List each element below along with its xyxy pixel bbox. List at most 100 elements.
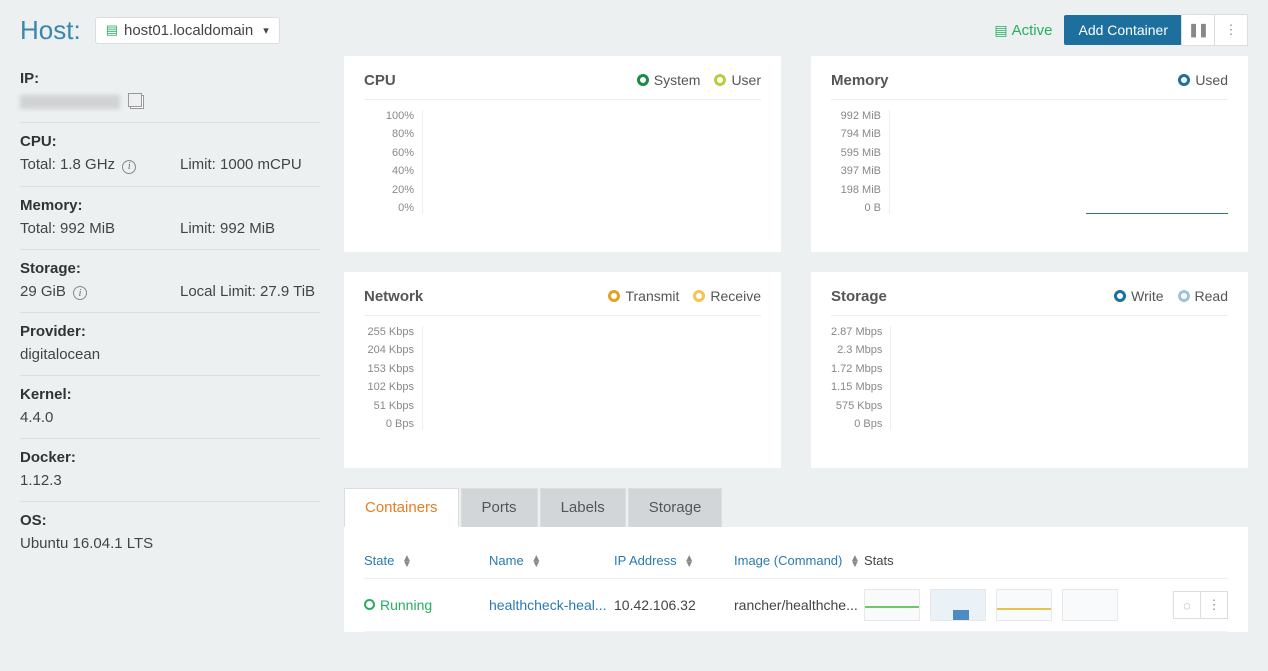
kernel-label: Kernel: bbox=[20, 386, 320, 403]
memory-card: Memory Used 992 MiB794 MiB595 MiB397 MiB… bbox=[811, 56, 1248, 252]
col-ip[interactable]: IP Address bbox=[614, 553, 677, 568]
row-logs-button[interactable]: ◌ bbox=[1173, 591, 1201, 619]
legend-label: Transmit bbox=[625, 288, 679, 304]
containers-section: ContainersPortsLabelsStorage State ▲▼ Na… bbox=[344, 488, 1248, 632]
cpu-card-title: CPU bbox=[364, 72, 396, 89]
pause-icon: ❚❚ bbox=[1188, 22, 1208, 38]
memory-card-title: Memory bbox=[831, 72, 889, 89]
chart-bar-segment bbox=[1094, 213, 1102, 214]
cpu-total: Total: 1.8 GHz bbox=[20, 156, 115, 173]
table-row: Runninghealthcheck-heal...10.42.106.32ra… bbox=[364, 579, 1228, 632]
chart-bar-segment bbox=[1194, 213, 1202, 214]
add-container-button[interactable]: Add Container bbox=[1064, 15, 1182, 45]
legend-item: Write bbox=[1114, 288, 1163, 304]
status-badge: ▤ Active bbox=[994, 22, 1052, 39]
y-tick: 595 MiB bbox=[831, 147, 881, 159]
chart-bar bbox=[1111, 213, 1119, 214]
y-tick: 0 B bbox=[831, 202, 881, 214]
containers-tab-body: State ▲▼ Name ▲▼ IP Address ▲▼ Image (Co… bbox=[344, 527, 1248, 632]
legend-label: Used bbox=[1195, 72, 1228, 88]
info-ip: IP: bbox=[20, 60, 320, 123]
col-state[interactable]: State bbox=[364, 553, 394, 568]
row-sparklines bbox=[864, 589, 1168, 621]
sort-icon[interactable]: ▲▼ bbox=[402, 556, 412, 568]
host-info-sidebar: IP: CPU: Total: 1.8 GHz i Limit: 1000 mC… bbox=[20, 56, 320, 632]
main-content: IP: CPU: Total: 1.8 GHz i Limit: 1000 mC… bbox=[0, 56, 1268, 652]
info-os: OS: Ubuntu 16.04.1 LTS bbox=[20, 502, 320, 564]
more-actions-button[interactable]: ⋮ bbox=[1214, 14, 1248, 46]
info-icon[interactable]: i bbox=[122, 160, 136, 174]
chart-bar-segment bbox=[1211, 213, 1219, 214]
container-ip: 10.42.106.32 bbox=[614, 597, 734, 613]
chart-bar-segment bbox=[1219, 213, 1227, 214]
docker-value: 1.12.3 bbox=[20, 472, 320, 489]
cpu-y-axis: 100%80%60%40%20%0% bbox=[364, 110, 422, 214]
state-text: Running bbox=[380, 597, 432, 613]
tab-ports[interactable]: Ports bbox=[461, 488, 538, 527]
kernel-value: 4.4.0 bbox=[20, 409, 320, 426]
provider-value: digitalocean bbox=[20, 346, 320, 363]
y-tick: 1.15 Mbps bbox=[831, 381, 882, 393]
chart-bar bbox=[1119, 213, 1127, 214]
tab-containers[interactable]: Containers bbox=[344, 488, 459, 527]
chart-bar-segment bbox=[1203, 213, 1211, 214]
info-icon[interactable]: i bbox=[73, 286, 87, 300]
y-tick: 255 Kbps bbox=[364, 326, 414, 338]
chart-bar bbox=[1103, 213, 1111, 214]
legend-item: Read bbox=[1178, 288, 1228, 304]
page-header: Host: ▤ host01.localdomain ▾ ▤ Active Ad… bbox=[0, 0, 1268, 56]
legend-label: Read bbox=[1195, 288, 1228, 304]
cpu-legend: SystemUser bbox=[623, 72, 761, 89]
container-name-link[interactable]: healthcheck-heal... bbox=[489, 597, 607, 613]
chart-bar-segment bbox=[1153, 213, 1161, 214]
chat-icon: ◌ bbox=[1183, 598, 1191, 613]
sparkline-memory bbox=[930, 589, 986, 621]
legend-label: Write bbox=[1131, 288, 1163, 304]
y-tick: 198 MiB bbox=[831, 184, 881, 196]
y-tick: 100% bbox=[364, 110, 414, 122]
sort-icon[interactable]: ▲▼ bbox=[531, 556, 541, 568]
chart-bar bbox=[1186, 213, 1194, 214]
chart-bar bbox=[1094, 213, 1102, 214]
chart-bar-segment bbox=[1128, 213, 1136, 214]
tabs: ContainersPortsLabelsStorage bbox=[344, 488, 1248, 527]
pause-button[interactable]: ❚❚ bbox=[1181, 14, 1215, 46]
os-value: Ubuntu 16.04.1 LTS bbox=[20, 535, 320, 552]
stack-icon: ▤ bbox=[994, 22, 1007, 39]
y-tick: 575 Kbps bbox=[831, 400, 882, 412]
storage-label: Storage: bbox=[20, 260, 320, 277]
network-card: Network TransmitReceive 255 Kbps204 Kbps… bbox=[344, 272, 781, 468]
memory-total: Total: 992 MiB bbox=[20, 220, 160, 237]
sort-icon[interactable]: ▲▼ bbox=[684, 556, 694, 568]
chart-bar bbox=[1219, 213, 1227, 214]
legend-item: System bbox=[637, 72, 701, 88]
y-tick: 0% bbox=[364, 202, 414, 214]
y-tick: 794 MiB bbox=[831, 128, 881, 140]
chart-bar bbox=[1169, 213, 1177, 214]
chart-bar bbox=[1128, 213, 1136, 214]
sparkline-network bbox=[996, 589, 1052, 621]
tab-storage[interactable]: Storage bbox=[628, 488, 723, 527]
col-image[interactable]: Image (Command) bbox=[734, 553, 842, 568]
sparkline-cpu bbox=[864, 589, 920, 621]
ip-value-redacted bbox=[20, 95, 120, 109]
copy-icon[interactable] bbox=[130, 95, 144, 109]
tab-labels[interactable]: Labels bbox=[540, 488, 626, 527]
row-actions-button[interactable]: ⋮ bbox=[1200, 591, 1228, 619]
chart-bar bbox=[1203, 213, 1211, 214]
y-tick: 80% bbox=[364, 128, 414, 140]
sort-icon[interactable]: ▲▼ bbox=[850, 556, 860, 568]
y-tick: 397 MiB bbox=[831, 165, 881, 177]
legend-dot-icon bbox=[1178, 74, 1190, 86]
charts-column: CPU SystemUser 100%80%60%40%20%0% Memory… bbox=[344, 56, 1248, 632]
host-selector[interactable]: ▤ host01.localdomain ▾ bbox=[95, 17, 280, 44]
y-tick: 51 Kbps bbox=[364, 400, 414, 412]
host-title: Host: bbox=[20, 15, 81, 46]
chart-bar-segment bbox=[1103, 213, 1111, 214]
storage-limit: Local Limit: 27.9 TiB bbox=[180, 283, 320, 301]
network-y-axis: 255 Kbps204 Kbps153 Kbps102 Kbps51 Kbps0… bbox=[364, 326, 422, 430]
y-tick: 0 Bps bbox=[364, 418, 414, 430]
y-tick: 2.87 Mbps bbox=[831, 326, 882, 338]
chart-bar-segment bbox=[1111, 213, 1119, 214]
col-name[interactable]: Name bbox=[489, 553, 524, 568]
